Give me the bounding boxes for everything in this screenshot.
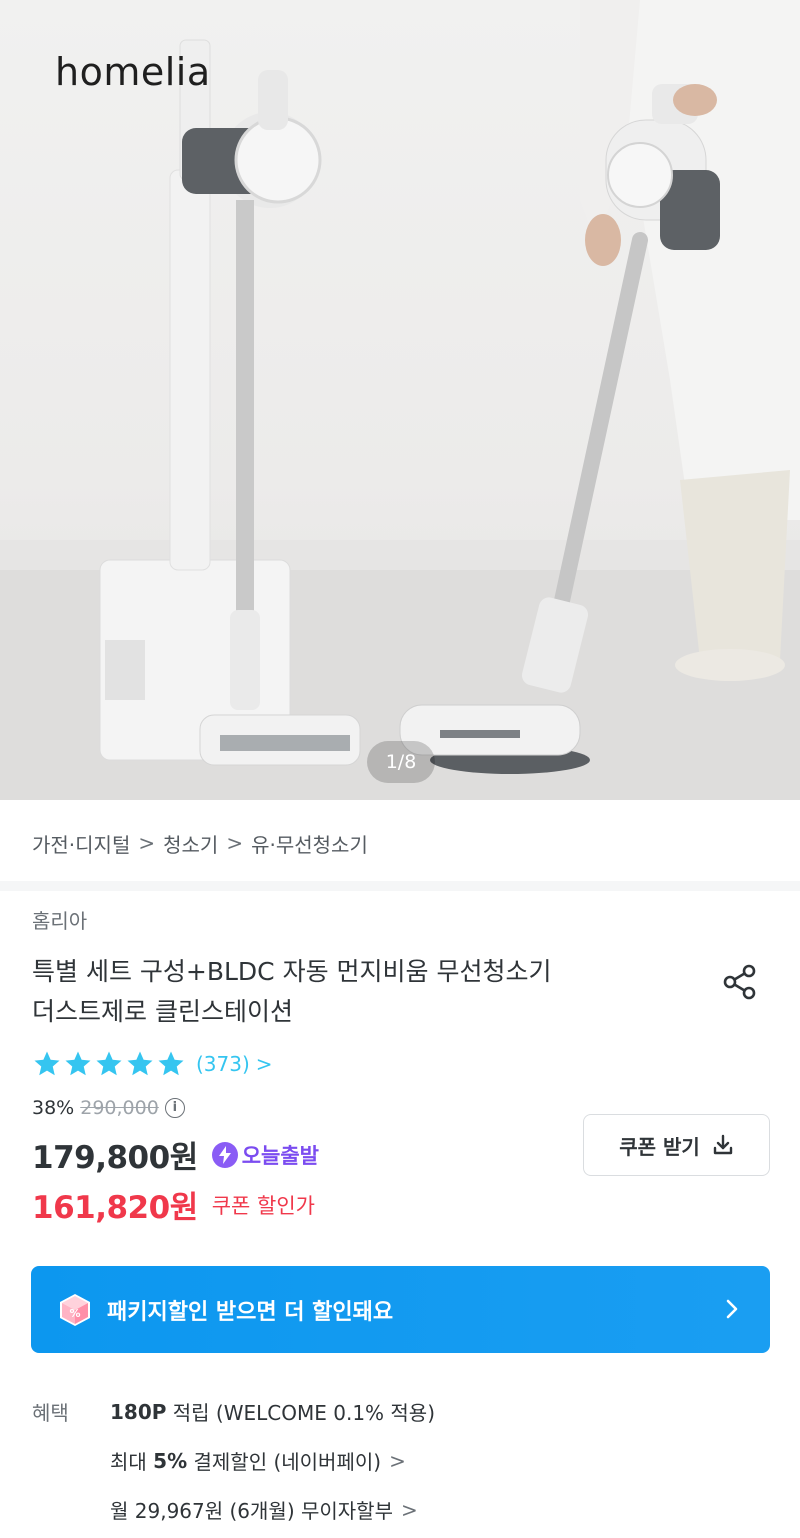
share-icon [723,964,756,1000]
product-title: 특별 세트 구성+BLDC 자동 먼지비움 무선청소기 더스트제로 클린스테이션 [32,952,692,1032]
star-icon [158,1051,184,1076]
benefits-label: 혜택 [32,1401,69,1425]
today-delivery-label: 오늘출발 [241,1143,319,1168]
coupon-price: 161,820원 [32,1190,198,1226]
breadcrumb-item-category[interactable]: 가전·디지털 [32,829,130,858]
coupon-button-label: 쿠폰 받기 [619,1134,700,1159]
rating-summary[interactable]: (373) > [32,1047,273,1081]
points-amount: 180P [110,1399,167,1424]
coupon-price-line: 161,820원 쿠폰 할인가 [32,1182,315,1227]
product-title-line2: 더스트제로 클린스테이션 [32,997,293,1026]
chevron-right-icon: > [138,831,156,855]
section-divider [0,881,800,891]
product-photo [0,0,800,800]
breadcrumb-item-current[interactable]: 유·무선청소기 [251,829,368,858]
payment-prefix: 최대 [110,1450,154,1474]
discount-rate: 38% [32,1097,75,1119]
chevron-right-icon [726,1299,738,1319]
package-banner-text: 패키지할인 받으면 더 할인돼요 [107,1299,394,1325]
share-button[interactable] [720,962,760,1002]
price-line: 179,800원 오늘출발 [32,1132,319,1177]
coupon-download-button[interactable]: 쿠폰 받기 [583,1114,770,1176]
payment-discount-rate: 5% [153,1448,188,1473]
star-icon [34,1051,60,1076]
discount-line: 38% 290,000 i [32,1097,185,1119]
chevron-right-icon: > [255,1052,273,1076]
benefit-installment[interactable]: 월 29,967원 (6개월) 무이자할부 > [110,1495,418,1524]
installment-text: 월 29,967원 (6개월) 무이자할부 [110,1499,393,1523]
package-discount-banner[interactable]: % 패키지할인 받으면 더 할인돼요 [31,1266,770,1353]
bolt-icon [211,1141,238,1168]
breadcrumb: 가전·디지털 > 청소기 > 유·무선청소기 [32,826,368,860]
review-count[interactable]: (373) [196,1052,250,1076]
seller-name[interactable]: 홈리아 [32,905,87,934]
brand-logo: homelia [55,50,211,94]
star-icon [127,1051,153,1076]
sale-price: 179,800원 [32,1140,198,1176]
benefit-payment-discount[interactable]: 최대 5% 결제할인 (네이버페이) > [110,1446,406,1475]
original-price: 290,000 [80,1097,159,1119]
star-icon [96,1051,122,1076]
product-image-carousel[interactable]: homelia 1/8 [0,0,800,800]
benefit-points: 180P 적립 (WELCOME 0.1% 적용) [110,1397,435,1426]
info-icon[interactable]: i [164,1098,185,1118]
star-icon [65,1051,91,1076]
chevron-right-icon: > [389,1448,406,1473]
coupon-price-label: 쿠폰 할인가 [211,1193,315,1218]
image-counter: 1/8 [367,741,435,783]
today-delivery-badge: 오늘출발 [211,1140,319,1170]
breadcrumb-item-subcategory[interactable]: 청소기 [163,829,218,858]
package-discount-icon: % [60,1293,90,1326]
svg-text:%: % [69,1307,80,1320]
points-description: 적립 (WELCOME 0.1% 적용) [166,1401,436,1425]
chevron-right-icon: > [400,1497,418,1522]
download-icon [713,1134,732,1155]
star-rating [32,1049,186,1079]
payment-description: 결제할인 (네이버페이) [187,1450,382,1474]
chevron-right-icon: > [226,831,244,855]
product-title-line1: 특별 세트 구성+BLDC 자동 먼지비움 무선청소기 [32,957,552,986]
